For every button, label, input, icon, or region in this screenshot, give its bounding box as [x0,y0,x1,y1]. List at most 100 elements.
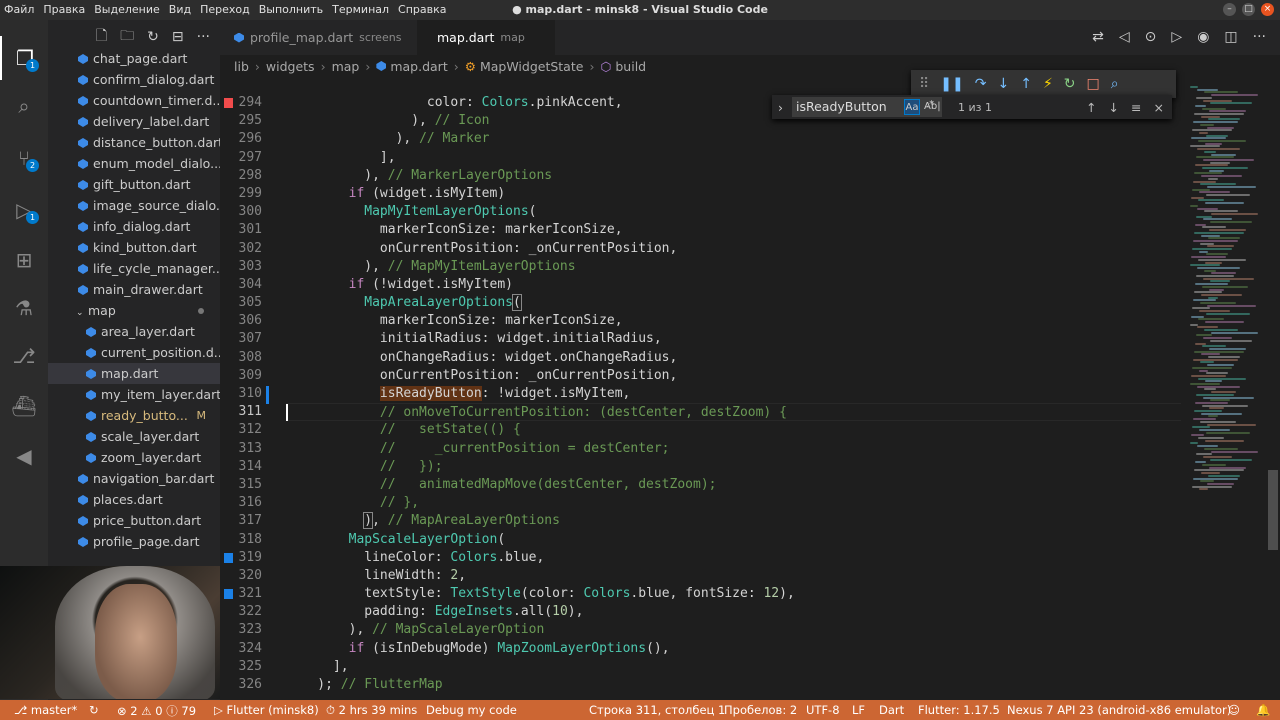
step-into-icon[interactable]: ↓ [997,76,1009,92]
more-icon[interactable]: ··· [197,29,210,45]
regex-icon[interactable]: .* [926,99,934,110]
step-over-icon[interactable]: ↷ [975,76,987,92]
find-input[interactable]: isReadyButton Aa Ab| [792,97,942,117]
timeline-icon[interactable]: ⊙ [1145,29,1157,45]
code-line[interactable]: // }); [286,458,1181,476]
file-item[interactable]: kind_button.dart [48,237,220,258]
folder-item[interactable]: ⌄ map [48,300,220,321]
next-match-icon[interactable]: ↓ [1109,100,1119,115]
code-line[interactable]: ), // MarkerLayerOptions [286,167,1181,185]
tab-map[interactable]: map.dart map [417,20,555,55]
code-line[interactable]: onChangeRadius: widget.onChangeRadius, [286,349,1181,367]
code-line[interactable]: ), // MapAreaLayerOptions [286,512,1181,530]
indentation[interactable]: Пробелов: 2 [724,703,797,717]
branch-status[interactable]: ⎇ master* [14,703,77,717]
testing-icon[interactable]: ⚗ [0,286,48,330]
restart-icon[interactable]: ↻ [1064,76,1076,92]
go-back-icon[interactable]: ◁ [1119,29,1130,45]
breadcrumb-item[interactable]: lib [234,59,249,74]
git-graph-icon[interactable]: ⎇ [0,334,48,378]
go-forward-icon[interactable]: ▷ [1171,29,1182,45]
code-line[interactable]: // setState(() { [286,421,1181,439]
tab-profile-map[interactable]: profile_map.dart screens [220,20,417,55]
code-line[interactable]: // _currentPosition = destCenter; [286,440,1181,458]
code-line[interactable]: lineColor: Colors.blue, [286,549,1181,567]
feedback-icon[interactable]: ☺ [1228,703,1240,717]
notifications-icon[interactable]: 🔔 [1256,703,1270,717]
file-item[interactable]: current_position.d... [48,342,220,363]
file-item[interactable]: navigation_bar.dart [48,468,220,489]
scrollbar-thumb[interactable] [1268,470,1278,550]
vertical-scrollbar[interactable] [1266,94,1280,700]
flutter-version[interactable]: Flutter: 1.17.5 [918,703,1000,717]
gutter-marker[interactable] [224,589,233,600]
find-in-selection-icon[interactable]: ≡ [1131,100,1141,115]
code-editor[interactable]: color: Colors.pinkAccent, ), // Icon ), … [286,94,1181,694]
docker-icon[interactable]: ⛴ [0,384,48,428]
drag-handle-icon[interactable]: ⠿ [919,76,929,92]
cursor-position[interactable]: Строка 311, столбец 1 [589,703,725,717]
code-line[interactable]: initialRadius: widget.initialRadius, [286,330,1181,348]
extensions-icon[interactable]: ⊞ [0,238,48,282]
file-item[interactable]: gift_button.dart [48,174,220,195]
code-line[interactable]: ); // FlutterMap [286,676,1181,694]
gutter-marker[interactable] [224,552,233,563]
time-tracker[interactable]: ⏱ 2 hrs 39 mins [326,703,417,718]
more-actions-icon[interactable]: ··· [1253,29,1266,45]
search-icon[interactable]: ⌕ [0,84,48,128]
breadcrumb-item[interactable]: map [332,59,360,74]
file-item[interactable]: map.dart [48,363,220,384]
file-item[interactable]: zoom_layer.dart [48,447,220,468]
new-folder-icon[interactable]: 🗀 [120,25,134,49]
maximize-icon[interactable]: □ [1242,3,1255,16]
code-line[interactable]: markerIconSize: markerIconSize, [286,221,1181,239]
minimize-icon[interactable]: – [1223,3,1236,16]
code-line[interactable]: MapScaleLayerOption( [286,531,1181,549]
pause-icon[interactable]: ❚❚ [940,76,963,92]
file-item[interactable]: countdown_timer.d... [48,90,220,111]
close-find-icon[interactable]: × [1154,100,1164,115]
devtools-icon[interactable]: ⌕ [1111,76,1119,92]
breadcrumb-item[interactable]: map.dart [390,59,447,74]
file-item[interactable]: price_button.dart [48,510,220,531]
end-of-line[interactable]: LF [852,703,865,717]
match-case-icon[interactable]: Aa [904,99,920,115]
language-mode[interactable]: Dart [879,703,904,717]
debug-my-code[interactable]: Debug my code [426,703,517,717]
explorer-icon[interactable]: ❐ 1 [0,36,48,80]
file-item[interactable]: chat_page.dart [48,48,220,69]
breadcrumb-item[interactable]: widgets [266,59,315,74]
compare-icon[interactable]: ⇄ [1092,29,1104,45]
flutter-session[interactable]: ▷ Flutter (minsk8) [214,703,319,717]
code-line[interactable]: if (widget.isMyItem) [286,185,1181,203]
code-line[interactable]: onCurrentPosition: _onCurrentPosition, [286,240,1181,258]
sync-icon[interactable]: ↻ [89,703,99,717]
code-line[interactable]: lineWidth: 2, [286,567,1181,585]
code-line[interactable]: if (isInDebugMode) MapZoomLayerOptions()… [286,640,1181,658]
code-line[interactable]: // onMoveToCurrentPosition: (destCenter,… [286,403,1181,422]
previous-match-icon[interactable]: ↑ [1086,100,1096,115]
file-item[interactable]: profile_page.dart [48,531,220,552]
code-line[interactable]: markerIconSize: markerIconSize, [286,312,1181,330]
code-line[interactable]: onCurrentPosition: _onCurrentPosition, [286,367,1181,385]
step-out-icon[interactable]: ↑ [1020,76,1032,92]
flutter-icon[interactable]: ◀ [0,434,48,478]
code-line[interactable]: ], [286,149,1181,167]
file-item[interactable]: confirm_dialog.dart [48,69,220,90]
file-item[interactable]: places.dart [48,489,220,510]
file-item[interactable]: delivery_label.dart [48,111,220,132]
split-editor-icon[interactable]: ◫ [1224,29,1237,45]
problems-status[interactable]: ⊗ 2 ⚠ 0 ⓘ 79 [117,703,196,719]
breadcrumb-item[interactable]: MapWidgetState [480,59,584,74]
refresh-icon[interactable]: ↻ [147,29,159,45]
code-line[interactable]: isReadyButton: !widget.isMyItem, [286,385,1181,403]
file-item[interactable]: distance_button.dart [48,132,220,153]
source-control-icon[interactable]: ⑂ 2 [0,136,48,180]
code-line[interactable]: ), // MapMyItemLayerOptions [286,258,1181,276]
code-line[interactable]: ), // MapScaleLayerOption [286,621,1181,639]
breadcrumb-item[interactable]: build [615,59,646,74]
file-item[interactable]: area_layer.dart [48,321,220,342]
code-line[interactable]: padding: EdgeInsets.all(10), [286,603,1181,621]
code-line[interactable]: textStyle: TextStyle(color: Colors.blue,… [286,585,1181,603]
code-line[interactable]: MapMyItemLayerOptions( [286,203,1181,221]
